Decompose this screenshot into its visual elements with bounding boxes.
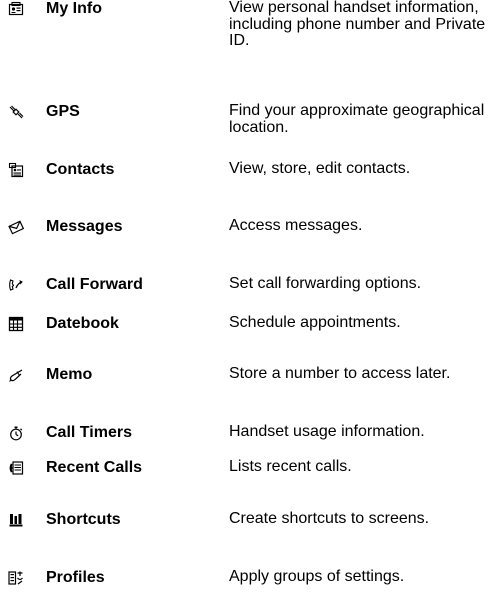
menu-item-description: Create shortcuts to screens.: [229, 510, 430, 527]
menu-item-description: Schedule appointments.: [229, 314, 401, 331]
menu-item-label: Call Timers: [46, 424, 132, 441]
menu-item-label: My Info: [46, 0, 102, 17]
menu-item-description: Access messages.: [229, 217, 363, 234]
call-forward-icon: [9, 279, 23, 291]
satellite-icon: [9, 105, 24, 119]
contacts-card-icon: [8, 162, 24, 178]
shortcut-icon: [9, 514, 23, 527]
menu-item-description: Set call forwarding options.: [229, 275, 422, 292]
profiles-icon: [8, 571, 23, 585]
menu-item-description: Lists recent calls.: [229, 458, 352, 475]
menu-item-label: GPS: [46, 103, 80, 120]
menu-item-label: Recent Calls: [46, 459, 143, 476]
menu-item-description: View personal handset information, inclu…: [229, 0, 486, 49]
menu-item-label: Shortcuts: [46, 511, 121, 528]
menu-item-label: Call Forward: [46, 276, 143, 293]
menu-item-description: Handset usage information.: [229, 423, 425, 440]
memo-pen-icon: [9, 369, 23, 382]
calendar-grid-icon: [8, 316, 24, 332]
menu-item-description: View, store, edit contacts.: [229, 160, 411, 177]
menu-item-label: Memo: [46, 366, 93, 383]
menu-item-description: Find your approximate geographical locat…: [229, 102, 485, 136]
recent-calls-icon: [9, 461, 24, 475]
id-card-icon: [8, 1, 24, 16]
stopwatch-icon: [10, 426, 23, 441]
menu-item-description: Apply groups of settings.: [229, 568, 405, 585]
menu-item-label: Profiles: [46, 569, 105, 586]
envelope-icon: [8, 220, 24, 235]
menu-item-description: Store a number to access later.: [229, 365, 451, 382]
menu-item-label: Messages: [46, 218, 123, 235]
menu-item-label: Datebook: [46, 315, 119, 332]
menu-item-label: Contacts: [46, 161, 115, 178]
